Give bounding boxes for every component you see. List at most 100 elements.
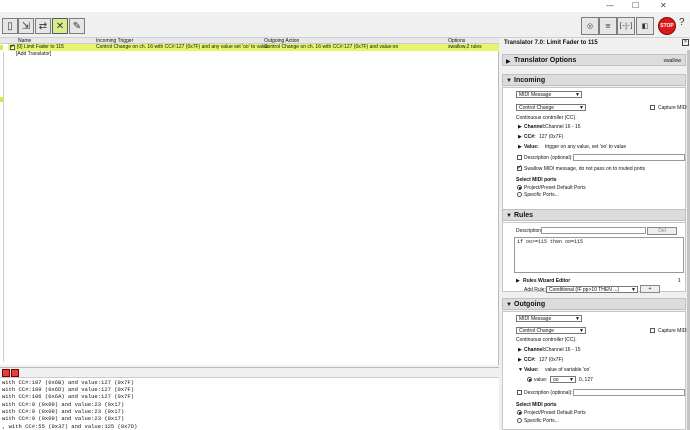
log-line: with CC#:9 (0x09) and value:23 (0x17) [2,415,125,422]
swallow-label: Swallow MIDI message, do not pass on to … [524,166,646,172]
description-input[interactable] [573,389,685,396]
triangle-icon[interactable]: ▶ [518,357,522,363]
capture-midi-checkbox[interactable] [650,105,655,110]
triangle-icon[interactable]: ▶ [518,347,522,353]
outgoing-header[interactable]: ▼ Outgoing [502,298,686,310]
wizard-count: 1 [678,278,681,284]
default-ports-radio[interactable] [517,410,522,415]
section-extra: swallow [663,58,681,64]
triangle-icon[interactable]: ▶ [518,124,522,130]
console-clear-icon[interactable] [2,369,10,377]
enable-toggle-icon[interactable]: ✕ [52,18,68,34]
default-ports-label: Project/Preset Default Ports [524,410,586,416]
description-checkbox[interactable] [517,390,522,395]
default-ports-radio[interactable] [517,185,522,190]
expand-triangle-icon: ▼ [506,302,512,308]
value-var-select[interactable]: oo ▼ [550,376,576,383]
rules-code: if oo>=115 then oo=115 [517,239,584,245]
value-radio-label: value: [534,377,548,383]
rules-header[interactable]: ▼ Rules [502,209,686,221]
maximize-button[interactable]: ☐ [632,1,639,10]
incoming-msg-select[interactable]: Control Change ▼ [516,104,586,111]
value-label: Value: [524,144,539,150]
settings-icon[interactable]: ≡ [599,17,617,35]
translator-options-header[interactable]: ▶ Translator Options swallow [502,54,686,66]
capture-midi-label: Capture MIDI [658,328,688,334]
rules-description-input[interactable] [541,227,646,234]
new-file-icon[interactable]: ▯ [2,18,18,34]
outgoing-body: MIDI Message ▼ Control Change ▼ Capture MI… [502,311,688,430]
outgoing-type-select[interactable]: MIDI Message ▼ [516,315,582,322]
console-toolbar [0,367,499,377]
split-view-icon[interactable]: [-|-] [617,17,635,35]
cc-label: CC#: [524,134,536,140]
value-value: trigger on any value, set 'oo' to value [545,144,627,150]
window-titlebar: — ☐ ✕ [0,0,690,12]
midi-ports-icon[interactable]: ◎ [581,17,599,35]
triangle-icon[interactable]: ▶ [516,278,520,284]
rules-description-label: Description: [516,228,543,234]
collapse-triangle-icon: ▶ [506,59,511,65]
add-rule-button[interactable]: + [640,285,660,293]
incoming-header[interactable]: ▼ Incoming [502,74,686,86]
cc-value: 127 (0x7F) [539,134,564,140]
value-label: Value: [524,367,539,373]
incoming-type-select[interactable]: MIDI Message ▼ [516,91,582,98]
specific-ports-radio[interactable] [517,192,522,197]
description-label: Description (optional): [524,390,573,396]
outgoing-msg-select[interactable]: Control Change ▼ [516,327,586,334]
help-icon[interactable]: ? [679,17,689,35]
ports-label: Select MIDI ports [516,177,557,183]
log-line: , with CC#:55 (0x37) and value:125 (0x7D… [2,423,138,430]
triangle-icon[interactable]: ▶ [518,144,522,150]
close-window-button[interactable]: ✕ [660,1,667,10]
section-label: Rules [514,212,534,219]
swallow-checkbox[interactable] [517,164,522,171]
description-checkbox[interactable] [517,155,522,160]
expand-triangle-icon: ▼ [506,213,512,219]
editor-close-button[interactable]: × [682,39,689,46]
value-radio[interactable] [527,377,532,382]
outgoing-desc: Continuous controller (CC). [516,337,577,343]
log-line: with CC#:9 (0x09) and value:23 (0x17) [2,408,125,415]
minimize-button[interactable]: — [606,1,614,10]
cc-label: CC#: [524,357,536,363]
triangle-icon[interactable]: ▶ [518,134,522,140]
translator-list: Name Incoming Trigger Outgoing Action Op… [0,38,499,365]
incoming-desc: Continuous controller (CC). [516,115,577,121]
console-log: with CC#:107 (0x6B) and value:127 (0x7F)… [0,377,499,430]
log-line: with CC#:107 (0x6B) and value:127 (0x7F) [2,379,135,386]
value-range: 0..127 [579,377,593,383]
edit-pencil-icon[interactable]: ✎ [69,18,85,34]
triangle-icon[interactable]: ▼ [518,367,523,373]
add-translator-icon[interactable]: ⇲ [18,18,34,34]
description-input[interactable] [573,154,685,161]
description-label: Description (optional): [524,155,573,161]
channel-label: Channel: [524,124,546,130]
section-label: Outgoing [514,301,546,308]
add-rule-label: Add Rule: [524,287,546,293]
capture-midi-label: Capture MIDI [658,105,688,111]
table-row[interactable]: [0] Limit Fader to 115 Control Change on… [8,43,499,51]
toolbar: ▯ ⇲ ⇄ ✕ ✎ ◎ ≡ [-|-] ◧ STOP ? [0,12,690,38]
stop-button[interactable]: STOP [658,17,676,35]
add-rule-select[interactable]: Conditional (IF pp>10 THEN ...) ▼ [546,286,638,293]
divider [3,52,4,362]
console-close-icon[interactable] [11,369,19,377]
channel-value: Channel 16 - 15 [545,347,581,353]
section-label: Incoming [514,77,546,84]
rules-code-editor[interactable]: if oo>=115 then oo=115 [514,237,684,273]
expand-triangle-icon: ▼ [506,78,512,84]
monitor-icon[interactable]: ◧ [636,17,654,35]
specific-ports-radio[interactable] [517,418,522,423]
capture-midi-checkbox[interactable] [650,328,655,333]
specific-ports-label: Specific Ports... [524,418,559,424]
delete-rule-button[interactable]: Del [647,227,677,235]
row-enable-checkbox[interactable] [10,43,15,50]
wizard-label: Rules Wizard Editor [523,278,571,284]
add-translator-link[interactable]: [Add Translator] [16,51,51,57]
ports-label: Select MIDI ports [516,402,557,408]
row-outgoing: Control Change on ch. 16 with CC#:127 (0… [264,44,399,50]
row-name: [0] Limit Fader to 115 [17,44,64,50]
move-icon[interactable]: ⇄ [35,18,51,34]
